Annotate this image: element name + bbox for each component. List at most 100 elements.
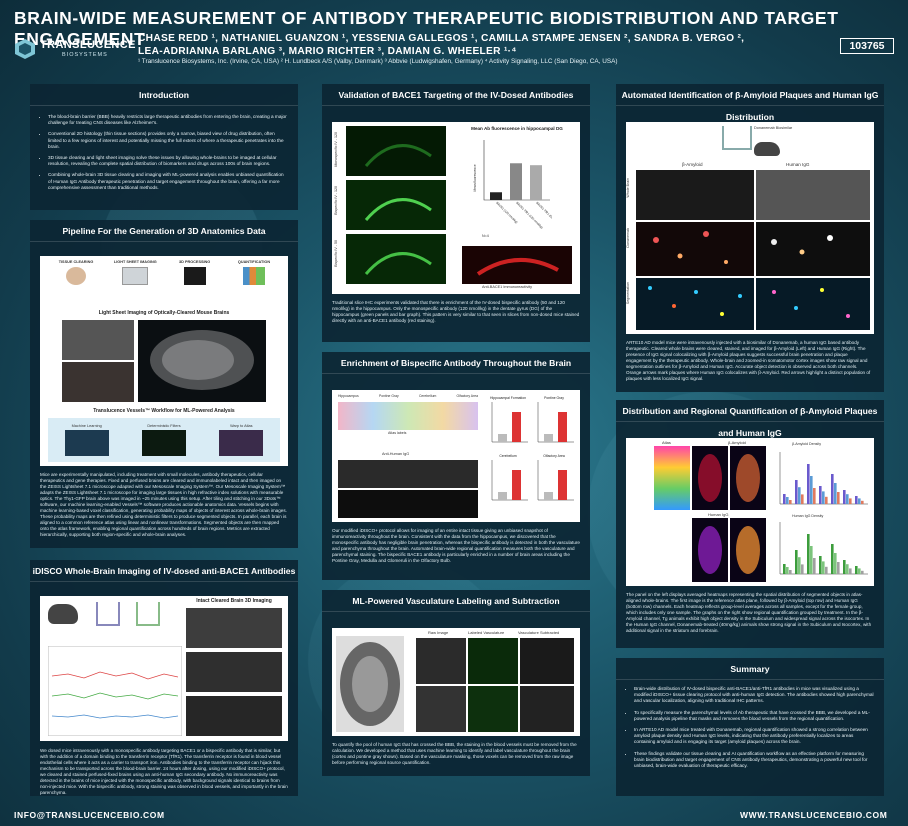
enrich-text: Our modified iDISCO+ protocol allows for… [332, 528, 580, 563]
workflow-title: Translucence Vessels™ Workflow for ML-Po… [93, 408, 235, 414]
translucence-logo-icon [15, 39, 35, 59]
intro-panel: Introduction The blood-brain barrier (BB… [30, 84, 298, 210]
pipeline-step: LIGHT SHEET IMAGING [109, 260, 161, 298]
chart-bar [512, 412, 521, 442]
chart-bar [512, 470, 521, 500]
atlas-region-labels: Hippocampus Pontine Gray Cerebellum Olfa… [338, 394, 478, 398]
chart-bar [807, 464, 810, 504]
chart-bar [834, 553, 837, 574]
enrich-heading: Enrichment of Bispecific Antibody Throug… [322, 352, 590, 374]
ihc-label: Anti-BACE1 Immunoreactivity [482, 285, 533, 289]
pipeline-panel: Pipeline For the Generation of 3D Anatom… [30, 220, 298, 548]
chart-title: Hippocampal Formation [490, 396, 526, 400]
mouse-icon [754, 142, 780, 156]
chart-bar [786, 497, 789, 504]
pipeline-heading: Pipeline For the Generation of 3D Anatom… [30, 220, 298, 242]
chart-bar [855, 566, 858, 574]
ihc-monospecific-image [346, 126, 446, 176]
amyloid-segmentation [636, 278, 754, 330]
raw-image-1 [416, 638, 466, 684]
pipeline-step: QUANTIFICATION [228, 260, 280, 298]
bace1-text: Traditional slice IHC experiments valida… [332, 300, 580, 323]
chart-bar [831, 474, 834, 504]
ml-figure: Raw Image Labeled Vasculature Vasculatur… [332, 628, 580, 736]
chart-bar [798, 557, 801, 574]
chart-bar [846, 494, 849, 504]
amyloid-heatmap-1 [692, 446, 728, 510]
chart-bar [801, 494, 804, 504]
chart-bar [837, 492, 840, 504]
translucence-logo: TRANSLUCENCE BIOSYSTEMS [14, 36, 135, 66]
chart-bar [810, 546, 813, 574]
chart-bar [858, 568, 861, 574]
workflow-step: Machine Learning [64, 424, 109, 456]
idisco-text: We dosed mice intravenously with a monos… [40, 748, 288, 795]
quant-chart-icon [242, 267, 265, 285]
summary-bullets: Brain-wide distribution of IV-dosed bisp… [616, 680, 884, 769]
chart-bar [825, 496, 828, 504]
atlas-image [219, 430, 264, 456]
chart-axis [491, 402, 528, 443]
chart-bar [849, 498, 852, 504]
brain-3d-image [138, 320, 266, 402]
brain-section-image [336, 636, 404, 732]
chart-bar [846, 564, 849, 574]
chart-bar [801, 564, 804, 574]
microscope-image [62, 320, 134, 360]
intro-heading: Introduction [30, 84, 298, 106]
chart-bar [789, 570, 792, 574]
footer-email[interactable]: INFO@TRANSLUCENCEBIO.COM [14, 810, 165, 820]
ml-heading: ML-Powered Vasculature Labeling and Subt… [322, 590, 590, 612]
n-label: N=4 [482, 234, 489, 238]
filter-image [141, 430, 186, 456]
summary-heading: Summary [616, 658, 884, 680]
chart-bar [861, 500, 864, 504]
chart-bar [819, 486, 822, 504]
raw-image-2 [416, 686, 466, 732]
dist-panel: Distribution and Regional Quantification… [616, 400, 884, 648]
chart-ylabel: Mean fluorescence [473, 164, 477, 191]
chart-axis [537, 402, 574, 443]
chart-bar [510, 163, 522, 200]
chart-bar [825, 566, 828, 574]
intensity-plot [48, 646, 182, 736]
chart-bar [810, 476, 813, 504]
chart-bar [490, 192, 502, 200]
chart-bar [807, 534, 810, 574]
brain-3d-image [186, 652, 282, 692]
lab-image [62, 362, 134, 402]
chart-bar [498, 492, 507, 500]
chart-bar [813, 488, 816, 504]
antibody-icon [722, 126, 752, 150]
idisco-heading: iDISCO Whole-Brain Imaging of IV-dosed a… [30, 560, 298, 582]
workflow-step: Deterministic Filters [141, 424, 186, 456]
chart-bar [795, 480, 798, 504]
dist-heading: Distribution and Regional Quantification… [616, 400, 884, 438]
chart-bar [544, 492, 553, 500]
labeled-vasc-image-2 [468, 686, 518, 732]
bace1-panel: Validation of BACE1 Targeting of the IV-… [322, 84, 590, 342]
logo-brand: TRANSLUCENCE [40, 39, 136, 51]
chart-bar [822, 561, 825, 574]
chart-bar [858, 498, 861, 504]
summary-panel: Summary Brain-wide distribution of IV-do… [616, 658, 884, 796]
footer-website[interactable]: WWW.TRANSLUCENCEBIO.COM [740, 810, 887, 820]
poster-id: 103765 [840, 38, 894, 54]
subtracted-image-1 [520, 638, 574, 684]
chart-axis [537, 460, 574, 501]
list-item: To specifically measure the parenchymal … [634, 710, 874, 722]
authors: CHASE REDD ¹, NATHANIEL GUANZON ¹, YESSE… [138, 33, 745, 57]
igg-heatmap-1 [692, 518, 728, 582]
chart-bar [798, 487, 801, 504]
antibody-icon [96, 602, 120, 626]
amyloid-whole-brain [636, 170, 754, 220]
bispecific-igg-image [338, 460, 478, 488]
logo-sub: BIOSYSTEMS [62, 52, 108, 58]
chart-axis [491, 460, 528, 501]
chart-bar [855, 496, 858, 504]
labeled-vasc-image-1 [468, 638, 518, 684]
list-item: 3D tissue clearing and light sheet imagi… [48, 155, 288, 167]
igg-zoom [756, 222, 870, 276]
ml-image [64, 430, 109, 456]
subtracted-image-2 [520, 686, 574, 732]
